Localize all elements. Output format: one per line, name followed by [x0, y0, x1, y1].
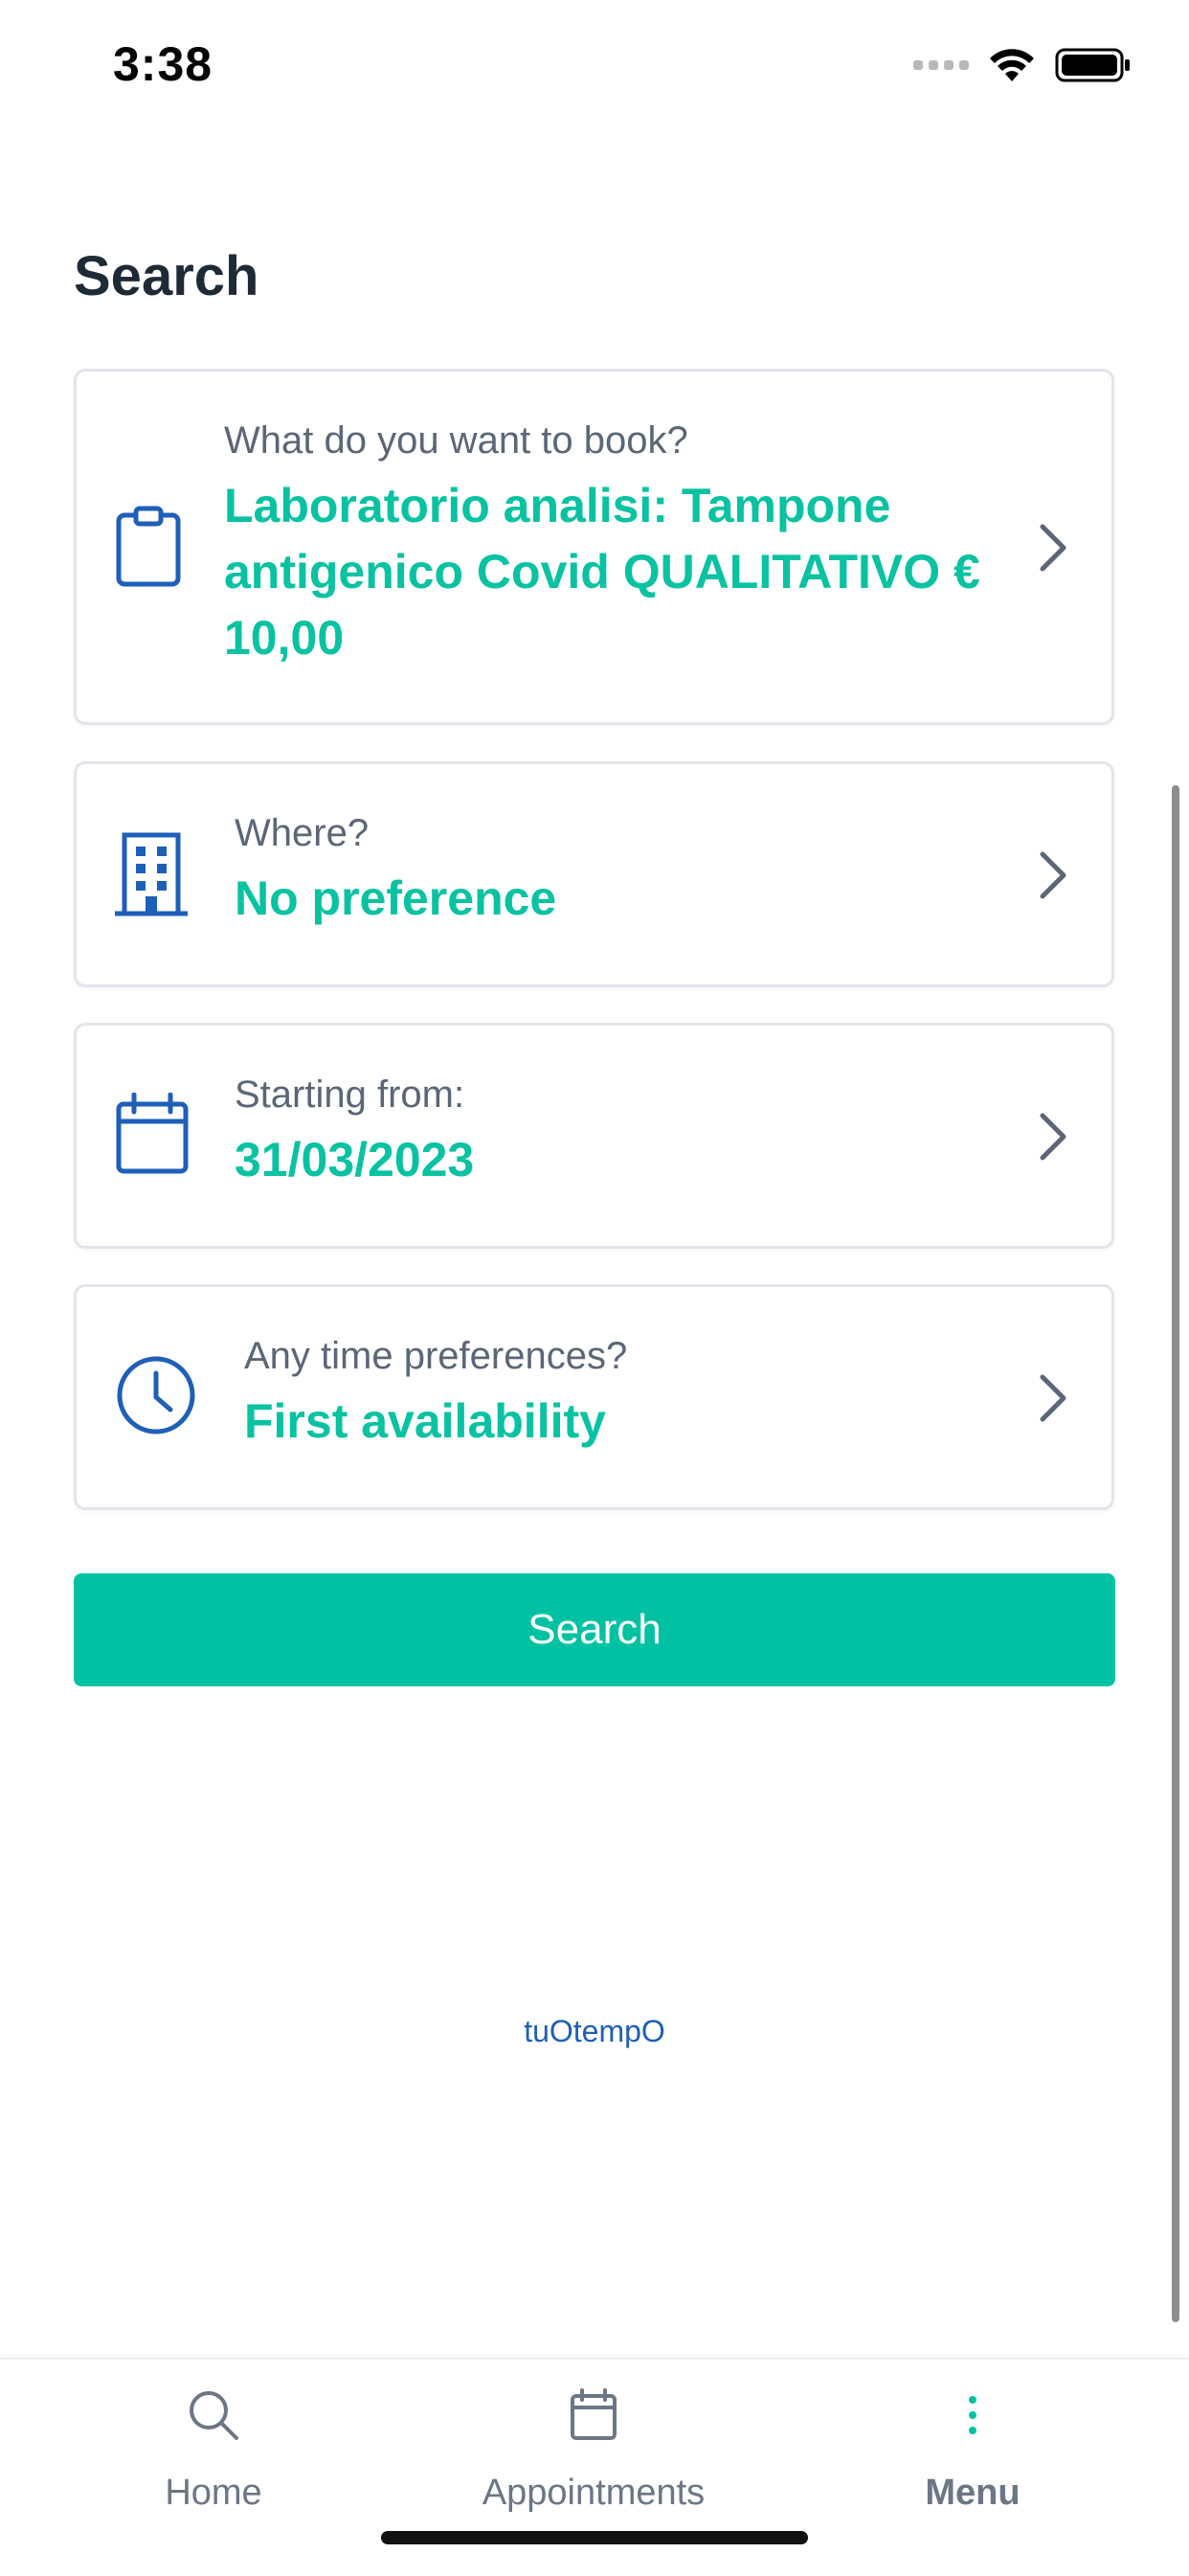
- booking-type-card[interactable]: What do you want to book? Laboratorio an…: [74, 369, 1114, 725]
- location-value: No preference: [235, 871, 557, 925]
- start-date-label: Starting from:: [235, 1073, 465, 1116]
- chevron-right-icon: [1040, 1374, 1066, 1422]
- location-text: Where? No preference: [235, 810, 997, 932]
- booking-type-value-line: 10,00: [224, 611, 345, 665]
- wifi-icon: [990, 49, 1034, 81]
- time-preference-text: Any time preferences? First availability: [244, 1333, 997, 1455]
- chevron-right-icon: [1040, 1113, 1066, 1161]
- start-date-card[interactable]: Starting from: 31/03/2023: [74, 1023, 1114, 1249]
- time-preference-label: Any time preferences?: [244, 1335, 628, 1377]
- tab-menu[interactable]: Menu: [829, 2360, 1116, 2513]
- status-icons: [913, 46, 1132, 84]
- search-button[interactable]: Search: [74, 1573, 1115, 1686]
- home-indicator: [381, 2531, 808, 2544]
- brand-logo-text: tuOtempO: [524, 2014, 665, 2048]
- more-vertical-icon: [969, 2396, 976, 2434]
- search-icon: [190, 2391, 238, 2440]
- booking-type-label: What do you want to book?: [224, 419, 688, 462]
- start-date-value: 31/03/2023: [235, 1133, 475, 1186]
- clipboard-icon: [115, 506, 182, 593]
- tab-appointments-label: Appointments: [482, 2473, 706, 2513]
- tab-appointments[interactable]: Appointments: [450, 2360, 737, 2513]
- page-title: Search: [74, 245, 259, 307]
- booking-type-value-line: Laboratorio analisi: Tampone: [224, 479, 891, 532]
- location-card[interactable]: Where? No preference: [74, 761, 1114, 987]
- chevron-right-icon: [1040, 524, 1066, 572]
- status-time: 3:38: [113, 37, 213, 91]
- booking-type-text: What do you want to book? Laboratorio an…: [224, 418, 997, 671]
- status-bar: 3:38: [0, 0, 1189, 134]
- time-preference-card[interactable]: Any time preferences? First availability: [74, 1284, 1114, 1510]
- chevron-right-icon: [1040, 851, 1066, 899]
- clock-icon: [115, 1354, 197, 1441]
- calendar-icon: [571, 2388, 617, 2440]
- building-icon: [115, 831, 188, 922]
- location-label: Where?: [235, 812, 370, 854]
- battery-icon: [1055, 48, 1130, 82]
- tab-home-label: Home: [165, 2473, 262, 2513]
- cellular-signal-icon: [913, 60, 969, 70]
- tab-home[interactable]: Home: [70, 2360, 357, 2513]
- booking-type-value: Laboratorio analisi: Tampone antigenico …: [224, 473, 997, 671]
- scrollbar[interactable]: [1172, 785, 1179, 2322]
- start-date-text: Starting from: 31/03/2023: [235, 1072, 997, 1193]
- booking-type-value-line: antigenico Covid QUALITATIVO €: [224, 545, 980, 599]
- calendar-icon: [115, 1092, 190, 1180]
- tab-menu-label: Menu: [925, 2473, 1021, 2513]
- time-preference-value: First availability: [244, 1394, 606, 1448]
